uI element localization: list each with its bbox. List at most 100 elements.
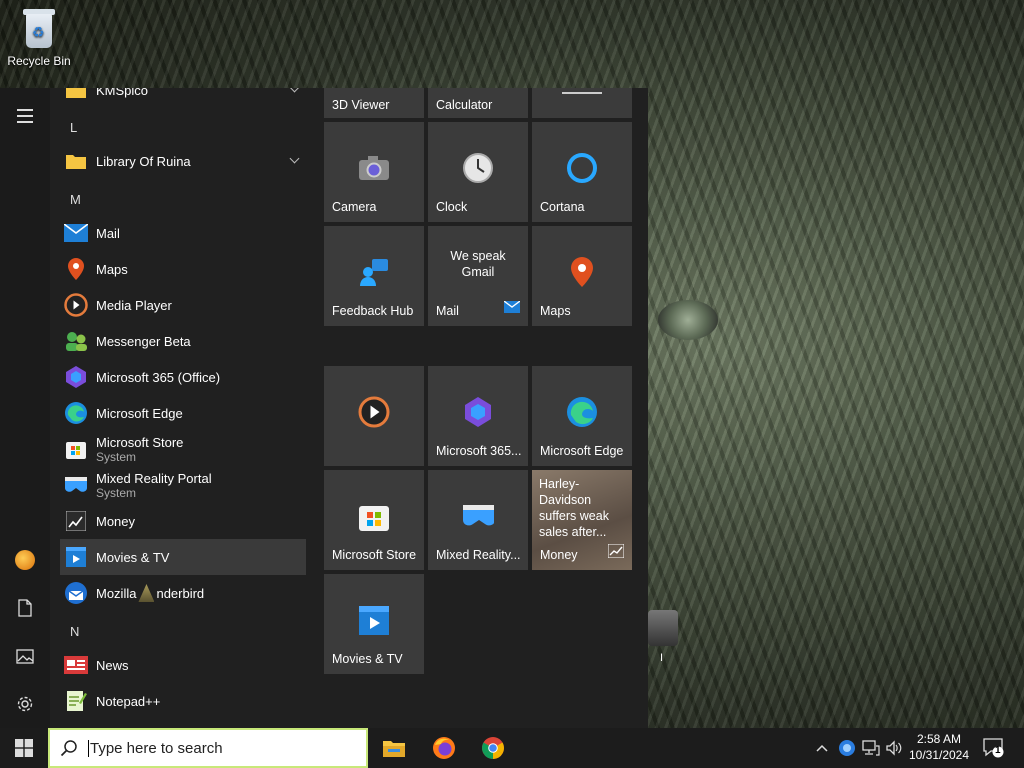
tile-camera[interactable]: Camera [324,122,424,222]
app-news[interactable]: News [60,647,306,683]
documents-icon[interactable] [13,596,37,620]
map-pin-icon [566,256,598,288]
chrome-icon [482,737,504,759]
start-rail [0,88,50,728]
app-label: Messenger Beta [96,333,191,349]
taskbar-search-box[interactable]: Type here to search [48,728,368,768]
app-microsoft-store[interactable]: Microsoft Store System [60,431,306,467]
app-label: Microsoft Edge [96,405,183,421]
tray-chevron-up-icon[interactable] [815,728,829,768]
tile-feedback-hub[interactable]: Feedback Hub [324,226,424,326]
camera-icon [358,152,390,184]
tile-label: Microsoft 365... [436,444,522,458]
chart-icon [64,509,88,533]
notification-count: 1 [995,745,1001,756]
tile-label: Money [540,548,578,562]
tile-label: Clock [436,200,468,214]
windows-logo-icon [15,739,33,757]
app-label: KMSpico [96,88,149,98]
microsoft-365-icon [64,365,88,389]
tile-maps[interactable]: Maps [532,226,632,326]
feedback-hub-icon [358,256,390,288]
recycle-bin-label: Recycle Bin [7,54,71,68]
file-explorer-icon [383,741,405,757]
hamburger-menu-icon[interactable] [13,104,37,128]
tile-microsoft-edge[interactable]: Microsoft Edge [532,366,632,466]
store-icon [64,437,88,461]
tray-app-icon[interactable] [838,728,856,768]
app-mixed-reality-portal[interactable]: Mixed Reality Portal System [60,467,306,503]
tile-3d-viewer[interactable]: 3D Viewer [324,88,424,118]
tile-label: Camera [332,200,377,214]
tile-calculator[interactable]: Calculator [428,88,528,118]
tile-partial-third[interactable] [532,88,632,118]
tile-mixed-reality[interactable]: Mixed Reality... [428,470,528,570]
app-mozilla-thunderbird[interactable]: Mozilla nderbird [60,575,306,611]
group-letter-n[interactable]: N [70,624,79,639]
tile-microsoft-store[interactable]: Microsoft Store [324,470,424,570]
money-news-headline: Harley-Davidson suffers weak sales after… [539,477,609,539]
tile-label: Calculator [436,98,493,112]
mail-badge-icon [503,300,521,318]
taskbar-firefox[interactable] [428,732,460,764]
tile-media-player[interactable] [324,366,424,466]
movies-tv-icon [358,604,390,636]
notification-center-button[interactable]: 1 [982,736,1004,758]
taskbar: Type here to search 2:58 AM 10/31/2024 1 [0,728,1024,768]
pictures-icon[interactable] [13,644,37,668]
app-label: Microsoft 365 (Office) [96,369,221,385]
folder-icon [64,88,88,102]
group-letter-l[interactable]: L [70,120,77,135]
notepad-plus-icon [64,689,88,713]
app-notepad-plus-plus[interactable]: Notepad++ [60,683,306,719]
network-icon[interactable] [862,728,880,768]
mail-live-line1: We speak [450,249,506,263]
app-label: Notepad++ [96,693,161,709]
tile-money[interactable]: Harley-Davidson suffers weak sales after… [532,470,632,570]
app-microsoft-365[interactable]: Microsoft 365 (Office) [60,359,306,395]
app-messenger-beta[interactable]: Messenger Beta [60,323,306,359]
firefox-icon [433,737,455,759]
mail-live-text: We speak Gmail [428,248,528,280]
app-money[interactable]: Money [60,503,306,539]
group-letter-m[interactable]: M [70,192,81,207]
tile-mail[interactable]: We speak Gmail Mail [428,226,528,326]
app-kmspico[interactable]: KMSpico [60,88,306,108]
app-movies-tv[interactable]: Movies & TV [60,539,306,575]
volume-icon[interactable] [885,728,903,768]
tile-label: Mixed Reality... [436,548,521,562]
tile-label: Microsoft Edge [540,444,624,458]
taskbar-file-explorer[interactable] [378,732,410,764]
tile-label: Microsoft Store [332,548,417,562]
tile-clock[interactable]: Clock [428,122,528,222]
recycle-bin[interactable]: ♻ Recycle Bin [6,6,72,68]
app-sublabel: System [96,449,137,464]
folder-icon [64,149,88,173]
edge-icon [566,396,598,428]
settings-gear-icon[interactable] [13,692,37,716]
app-label: Movies & TV [96,549,170,565]
desktop-partial-icon[interactable] [648,610,678,646]
taskbar-clock[interactable]: 2:58 AM 10/31/2024 [906,731,972,763]
app-media-player[interactable]: Media Player [60,287,306,323]
cortana-ring-icon [566,152,598,184]
chevron-down-icon[interactable] [289,153,300,164]
search-placeholder[interactable]: Type here to search [88,739,223,757]
taskbar-chrome[interactable] [477,732,509,764]
tile-movies-tv[interactable]: Movies & TV [324,574,424,674]
tile-label: 3D Viewer [332,98,390,112]
tile-microsoft-365[interactable]: Microsoft 365... [428,366,528,466]
tile-partial-glyph [562,82,602,94]
desktop-partial-label: I [660,652,664,664]
windows-start-button[interactable] [0,728,48,768]
cursor-overlay-icon [138,584,155,602]
chevron-down-icon[interactable] [289,88,300,93]
user-avatar-icon[interactable] [13,548,37,572]
map-pin-icon [64,257,88,281]
app-mail[interactable]: Mail [60,215,306,251]
tile-cortana[interactable]: Cortana [532,122,632,222]
app-maps[interactable]: Maps [60,251,306,287]
thunderbird-icon [64,581,88,605]
app-library-of-ruina[interactable]: Library Of Ruina [60,143,306,179]
app-microsoft-edge[interactable]: Microsoft Edge [60,395,306,431]
